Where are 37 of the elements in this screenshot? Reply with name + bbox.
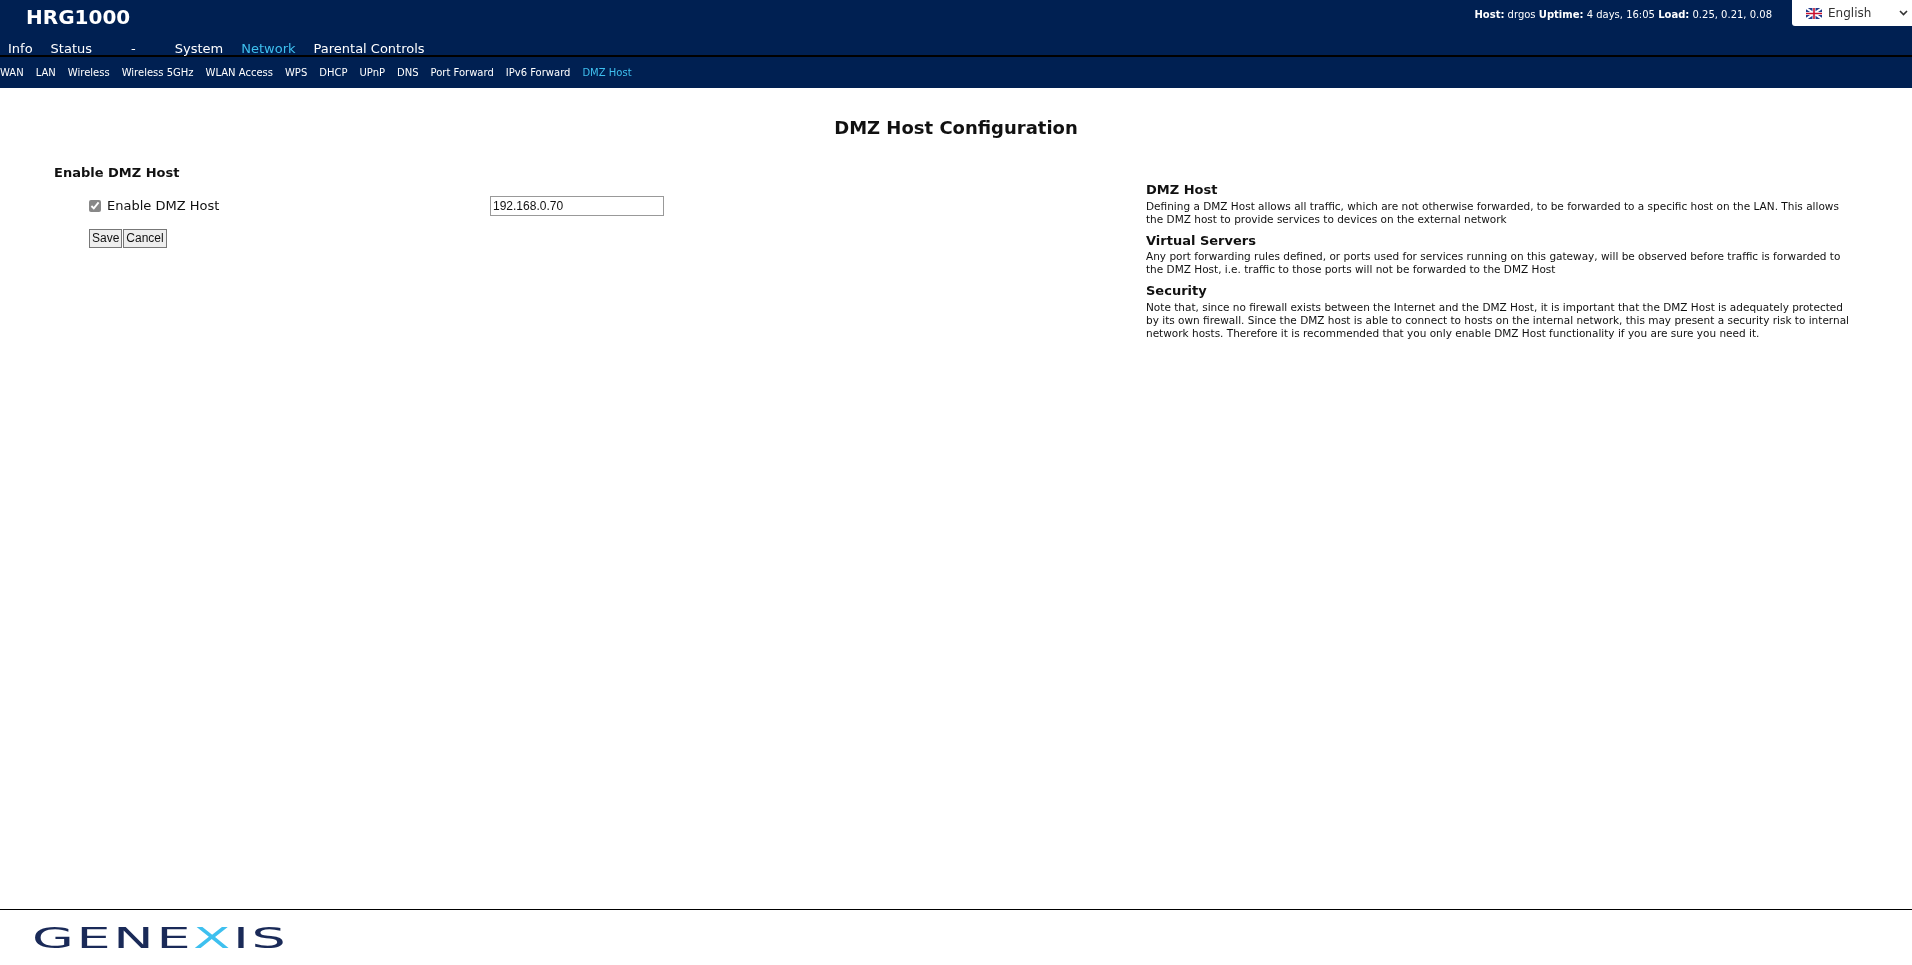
page-title: DMZ Host Configuration bbox=[833, 116, 1079, 140]
help-text: Any port forwarding rules defined, or ports used for services running on this gateway, will be observed before traffic is forwarded to the DMZ Host, i.e. traffic to those ports will not be forwarded to the DMZ Host bbox=[1146, 250, 1842, 276]
submenu-tab[interactable]: Wireless bbox=[61, 65, 116, 80]
form-button[interactable]: Save bbox=[89, 228, 123, 248]
submenu-tab[interactable]: Port Forward bbox=[424, 65, 500, 80]
section-heading: Enable DMZ Host bbox=[54, 164, 181, 182]
help-heading: Virtual Servers bbox=[1146, 231, 1257, 250]
submenu-tab[interactable]: UPnP bbox=[353, 65, 391, 80]
company-logo: GENE X IS bbox=[32, 924, 289, 951]
enable-checkbox[interactable] bbox=[89, 199, 101, 212]
device-title: HRG1000 bbox=[26, 4, 131, 31]
submenu-tab[interactable]: DHCP bbox=[313, 65, 354, 80]
menu-tab[interactable]: - bbox=[101, 39, 166, 59]
submenu-tab[interactable]: WLAN Access bbox=[199, 65, 279, 80]
submenu-tab[interactable]: DNS bbox=[391, 65, 425, 80]
submenu-tab[interactable]: DMZ Host bbox=[576, 65, 638, 80]
submenu-tab[interactable]: LAN bbox=[29, 65, 62, 80]
submenu-tab[interactable]: IPv6 Forward bbox=[499, 65, 577, 80]
menu-tab[interactable]: Status bbox=[41, 39, 102, 59]
help-text: Defining a DMZ Host allows all traffic, which are not otherwise forwarded, to be forwarded to a specific host on the LAN. This allows the DMZ host to provide services to devices on the external network bbox=[1146, 199, 1840, 226]
help-heading: Security bbox=[1146, 282, 1208, 300]
submenu-tab[interactable]: WPS bbox=[278, 65, 314, 80]
checkbox-label: Enable DMZ Host bbox=[107, 196, 220, 215]
help-text: Note that, since no firewall exists between the Internet and the DMZ Host, it is important that the DMZ Host is adequately protected by its own firewall. Since the DMZ host is able to connect to hosts on the internal network, this may present a security risk to internal network hosts. Therefore it is recommended that you only enable DMZ Host functionality if you are sure you need it. bbox=[1146, 300, 1850, 340]
submenu-tab[interactable]: Wireless 5GHz bbox=[115, 65, 200, 80]
flag-icon bbox=[1806, 7, 1822, 19]
menu-tab[interactable]: Info bbox=[0, 39, 42, 59]
help-heading: DMZ Host bbox=[1146, 181, 1219, 199]
menu-tab[interactable]: Network bbox=[232, 39, 305, 59]
menu-tab[interactable]: System bbox=[165, 39, 233, 59]
ip-address-field[interactable]: 192.168.0.70 bbox=[490, 195, 664, 216]
status-text: Host: drgos Uptime: 4 days, 16:05 Load: 0.25, 0.21, 0.08 bbox=[1474, 8, 1772, 22]
chevron-down-icon bbox=[1899, 10, 1908, 16]
menu-tab[interactable]: Parental Controls bbox=[304, 39, 434, 59]
submenu-tab[interactable]: WAN bbox=[0, 65, 30, 80]
form-button[interactable]: Cancel bbox=[123, 228, 167, 248]
language-select[interactable]: English bbox=[1792, 0, 1912, 26]
